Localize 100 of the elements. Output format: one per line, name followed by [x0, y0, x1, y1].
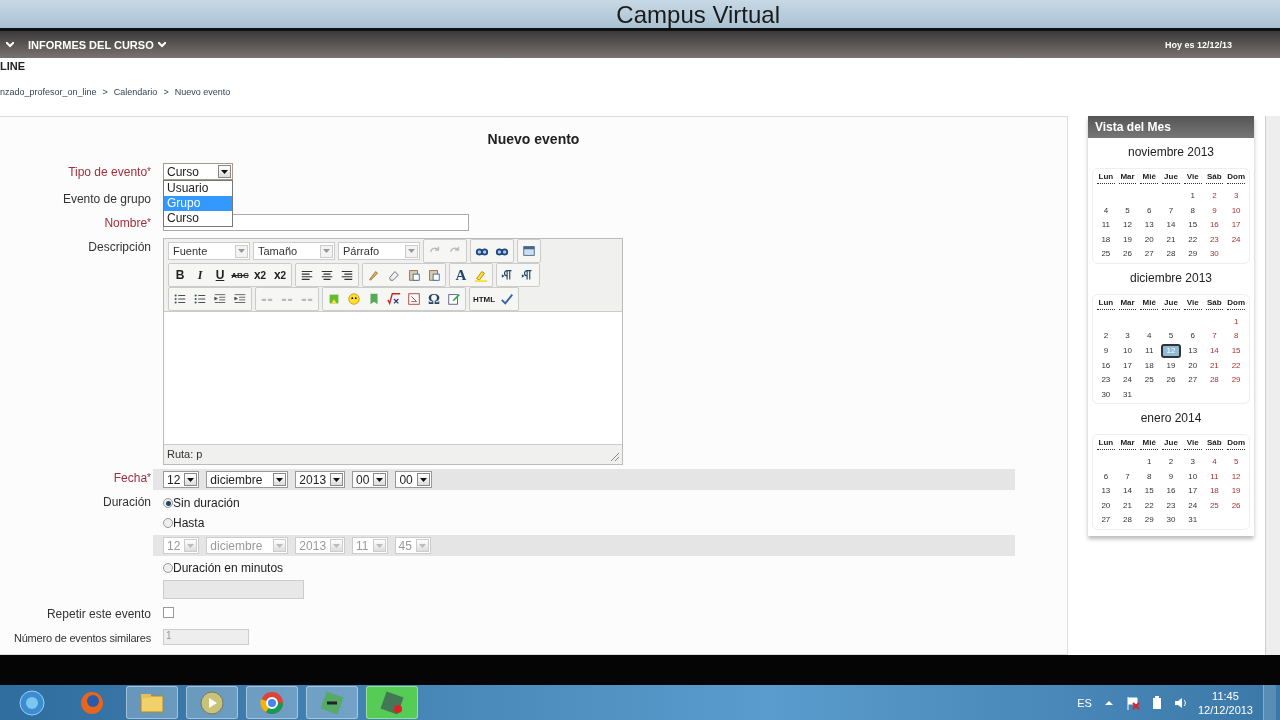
calendar-day[interactable]: 18 [1095, 232, 1117, 246]
calendar-day[interactable]: 1 [1225, 314, 1247, 328]
calendar-day[interactable]: 24 [1225, 232, 1247, 246]
calendar-day[interactable]: 13 [1181, 343, 1204, 358]
calendar-day[interactable]: 24 [1181, 498, 1204, 512]
calendar-day[interactable]: 11 [1138, 343, 1161, 358]
calendar-day[interactable]: 6 [1138, 203, 1161, 217]
taskbar-app[interactable] [366, 686, 418, 719]
calendar-day[interactable]: 23 [1160, 498, 1182, 512]
calendar-day[interactable]: 14 [1116, 484, 1139, 498]
calendar-day[interactable]: 25 [1203, 498, 1226, 512]
minute-select[interactable]: 00 [395, 471, 432, 488]
calendar-day[interactable]: 6 [1095, 469, 1117, 483]
calendar-day[interactable]: 31 [1181, 513, 1204, 527]
taskbar-app[interactable] [126, 686, 178, 719]
hour-select[interactable]: 00 [352, 471, 389, 488]
calendar-day[interactable]: 17 [1181, 484, 1204, 498]
calendar-day[interactable]: 17 [1225, 218, 1247, 232]
calendar-day[interactable]: 14 [1203, 343, 1226, 358]
year-select[interactable]: 2013 [295, 471, 346, 488]
calendar-day[interactable]: 31 [1116, 387, 1139, 401]
calendar-day[interactable]: 7 [1160, 203, 1182, 217]
calendar-day[interactable]: 7 [1116, 469, 1139, 483]
calendar-day[interactable]: 21 [1203, 358, 1226, 372]
calendar-day[interactable]: 11 [1095, 218, 1117, 232]
calendar-day[interactable]: 7 [1203, 329, 1226, 343]
taskbar-app[interactable] [306, 686, 358, 719]
calendar-day[interactable]: 16 [1095, 358, 1117, 372]
bold-button[interactable]: B [170, 265, 190, 285]
calendar-day[interactable]: 25 [1138, 373, 1161, 387]
calendar-day[interactable]: 2 [1203, 189, 1226, 203]
text-color-button[interactable]: A [451, 265, 471, 285]
editor-dropdown[interactable]: Párrafo [338, 242, 420, 260]
calendar-day[interactable]: 26 [1160, 373, 1182, 387]
calendar-day[interactable]: 30 [1160, 513, 1182, 527]
calendar-day[interactable]: 30 [1203, 247, 1226, 261]
duration-option[interactable]: Hasta [163, 513, 1015, 533]
calendar-day[interactable]: 9 [1160, 469, 1182, 483]
calendar-day[interactable]: 22 [1138, 498, 1161, 512]
calendar-day[interactable]: 8 [1181, 203, 1204, 217]
calendar-day[interactable]: 27 [1095, 513, 1117, 527]
calendar-day[interactable]: 12 [1225, 469, 1247, 483]
calendar-day[interactable]: 23 [1203, 232, 1226, 246]
scrollbar[interactable] [1265, 116, 1280, 655]
calendar-day[interactable]: 20 [1138, 232, 1161, 246]
flag-icon[interactable] [1125, 695, 1140, 710]
calendar-day[interactable]: 23 [1095, 373, 1117, 387]
strikethrough-button[interactable]: ABC [230, 265, 250, 285]
calendar-day[interactable]: 3 [1116, 329, 1139, 343]
calendar-day[interactable]: 9 [1203, 203, 1226, 217]
html-button[interactable]: HTML [471, 289, 497, 309]
calendar-day[interactable]: 19 [1116, 232, 1139, 246]
calendar-day[interactable]: 21 [1116, 498, 1139, 512]
calendar-day[interactable]: 30 [1095, 387, 1117, 401]
dropdown-option[interactable]: Curso [164, 211, 232, 226]
editor-dropdown[interactable]: Tamaño [253, 242, 335, 260]
calendar-day[interactable]: 20 [1181, 358, 1204, 372]
calendar-day[interactable]: 27 [1138, 247, 1161, 261]
calendar-day[interactable]: 4 [1203, 455, 1226, 469]
calendar-day[interactable]: 10 [1181, 469, 1204, 483]
calendar-day[interactable]: 24 [1116, 373, 1139, 387]
calendar-day[interactable]: 14 [1160, 218, 1182, 232]
language-indicator[interactable]: ES [1077, 696, 1092, 709]
calendar-day[interactable]: 28 [1116, 513, 1139, 527]
calendar-day[interactable]: 2 [1160, 455, 1182, 469]
calendar-day[interactable]: 19 [1160, 358, 1182, 372]
radio-button[interactable] [163, 563, 173, 573]
calendar-day[interactable]: 13 [1095, 484, 1117, 498]
calendar-day[interactable]: 16 [1203, 218, 1226, 232]
calendar-day[interactable]: 15 [1181, 218, 1204, 232]
calendar-day[interactable]: 22 [1225, 358, 1247, 372]
month-select[interactable]: diciembre [206, 471, 289, 488]
calendar-day[interactable]: 18 [1203, 484, 1226, 498]
calendar-day[interactable]: 27 [1181, 373, 1204, 387]
calendar-day[interactable]: 5 [1160, 329, 1182, 343]
calendar-day[interactable]: 28 [1203, 373, 1226, 387]
calendar-day[interactable]: 3 [1225, 189, 1247, 203]
calendar-day[interactable]: 10 [1225, 203, 1247, 217]
calendar-day[interactable]: 19 [1225, 484, 1247, 498]
calendar-day[interactable]: 16 [1160, 484, 1182, 498]
calendar-day[interactable]: 15 [1225, 343, 1247, 358]
calendar-day[interactable]: 21 [1160, 232, 1182, 246]
nav-menu-item[interactable]: INFORMES DEL CURSO [14, 38, 180, 51]
calendar-day[interactable]: 2 [1095, 329, 1117, 343]
symbol-button[interactable]: Ω [424, 289, 444, 309]
resize-grip-icon[interactable] [611, 453, 619, 461]
calendar-day[interactable]: 8 [1138, 469, 1161, 483]
calendar-day[interactable]: 5 [1116, 203, 1139, 217]
calendar-day[interactable]: 29 [1181, 247, 1204, 261]
duration-option[interactable]: Duración en minutos [163, 558, 1015, 578]
calendar-day[interactable]: 22 [1181, 232, 1204, 246]
calendar-day[interactable]: 15 [1138, 484, 1161, 498]
calendar-day[interactable]: 17 [1116, 358, 1139, 372]
breadcrumb-link[interactable]: nzado_profesor_on_line [0, 87, 97, 97]
calendar-day[interactable]: 26 [1225, 498, 1247, 512]
dropdown-option[interactable]: Usuario [164, 181, 232, 196]
calendar-day[interactable]: 20 [1095, 498, 1117, 512]
calendar-day[interactable]: 4 [1095, 203, 1117, 217]
calendar-day[interactable]: 1 [1138, 455, 1161, 469]
calendar-day[interactable]: 9 [1095, 343, 1117, 358]
